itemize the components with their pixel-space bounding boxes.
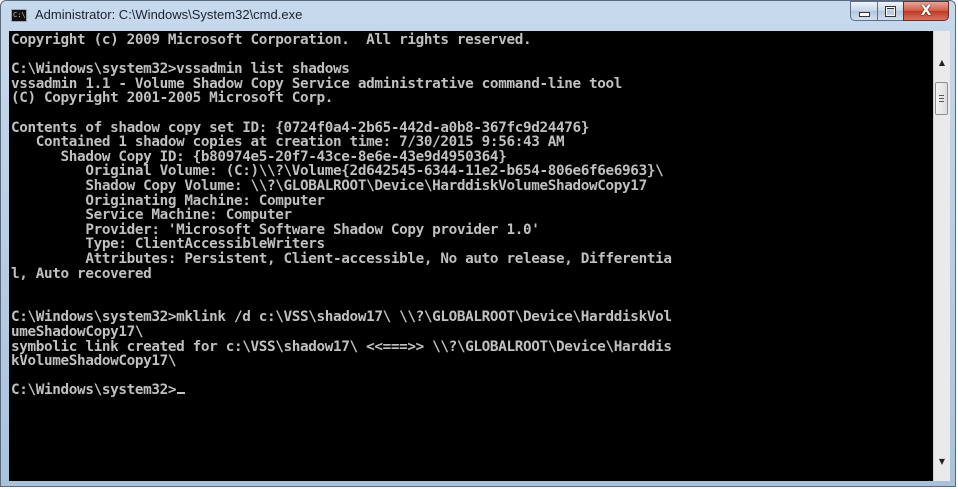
scroll-down-arrow-icon[interactable]: ▼ <box>934 453 950 469</box>
console-line: Copyright (c) 2009 Microsoft Corporation… <box>11 32 532 48</box>
thumb-grip-line <box>939 95 944 96</box>
console-line: Contained 1 shadow copies at creation ti… <box>11 134 565 151</box>
console-line: Service Machine: Computer <box>11 207 292 224</box>
console-line: Originating Machine: Computer <box>11 192 325 209</box>
maximize-button[interactable] <box>877 1 903 21</box>
console-output[interactable]: Copyright (c) 2009 Microsoft Corporation… <box>9 31 933 481</box>
text-cursor <box>177 392 186 395</box>
console-line: umeShadowCopy17\ <box>11 324 144 340</box>
thumb-grip-line <box>939 98 944 99</box>
cmd-icon[interactable]: C:\. <box>11 9 30 22</box>
close-icon: X <box>920 3 932 19</box>
scrollbar-thumb[interactable] <box>935 82 948 115</box>
minimize-icon <box>858 11 870 17</box>
console-line: Contents of shadow copy set ID: {0724f0a… <box>11 119 590 136</box>
console-line: Attributes: Persistent, Client-accessibl… <box>11 251 672 267</box>
window-title: Administrator: C:\Windows\System32\cmd.e… <box>35 7 303 22</box>
console-line: Shadow Copy ID: {b80974e5-20f7-43ce-8e6e… <box>11 148 507 165</box>
thumb-grip-line <box>939 101 944 102</box>
window-controls: X <box>850 1 949 21</box>
cmd-icon-text: C:\. <box>13 11 30 19</box>
console-line: C:\Windows\system32>vssadmin list shadow… <box>11 61 350 78</box>
console-line: vssadmin 1.1 - Volume Shadow Copy Servic… <box>11 75 623 92</box>
console-line: Shadow Copy Volume: \\?\GLOBALROOT\Devic… <box>11 178 647 194</box>
vertical-scrollbar[interactable]: ▲ ▼ <box>933 31 950 481</box>
console-line: l, Auto recovered <box>11 265 152 282</box>
console-line: Type: ClientAccessibleWriters <box>11 236 325 253</box>
cmd-window: C:\. Administrator: C:\Windows\System32\… <box>0 0 956 487</box>
console-line: C:\Windows\system32>mklink /d c:\VSS\sha… <box>11 309 672 326</box>
console-line: C:\Windows\system32> <box>11 383 186 398</box>
console-line: symbolic link created for c:\VSS\shadow1… <box>11 338 672 355</box>
console-line: kVolumeShadowCopy17\ <box>11 353 177 370</box>
console-line: (C) Copyright 2001-2005 Microsoft Corp. <box>11 90 334 107</box>
maximize-icon <box>885 5 896 17</box>
scroll-up-arrow-icon[interactable]: ▲ <box>934 54 950 70</box>
console-line: Original Volume: (C:)\\?\Volume{2d642545… <box>11 163 664 180</box>
close-button[interactable]: X <box>903 1 949 21</box>
title-bar[interactable]: C:\. Administrator: C:\Windows\System32\… <box>1 1 955 31</box>
console-line: Provider: 'Microsoft Software Shadow Cop… <box>11 221 540 238</box>
minimize-button[interactable] <box>850 1 877 21</box>
